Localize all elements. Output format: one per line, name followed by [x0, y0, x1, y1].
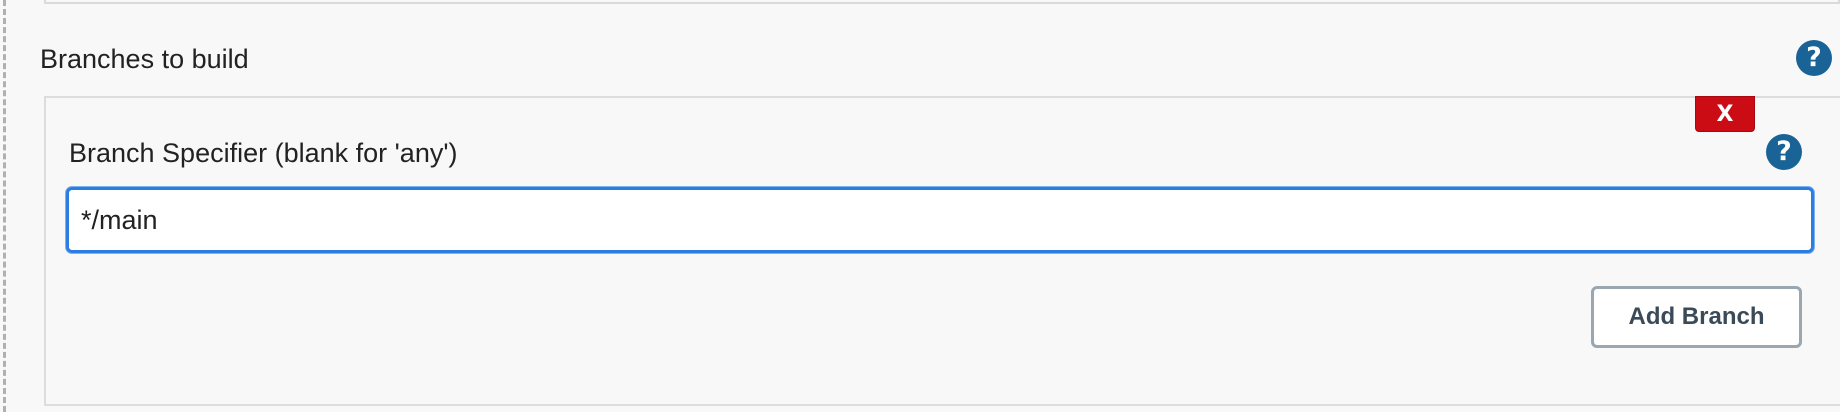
- section-title: Branches to build: [40, 44, 249, 74]
- branch-specifier-help-icon[interactable]: ?: [1766, 134, 1802, 170]
- delete-branch-button[interactable]: X: [1695, 96, 1755, 132]
- branches-config-page: Branches to build ? X Branch Specifier (…: [0, 0, 1840, 412]
- branch-specifier-label: Branch Specifier (blank for 'any'): [69, 138, 458, 168]
- previous-panel-edge: [44, 0, 1840, 4]
- help-icon[interactable]: ?: [1796, 40, 1832, 76]
- section-dashed-rail: [3, 0, 6, 412]
- branch-specifier-input[interactable]: [66, 187, 1814, 253]
- add-branch-button[interactable]: Add Branch: [1591, 286, 1802, 348]
